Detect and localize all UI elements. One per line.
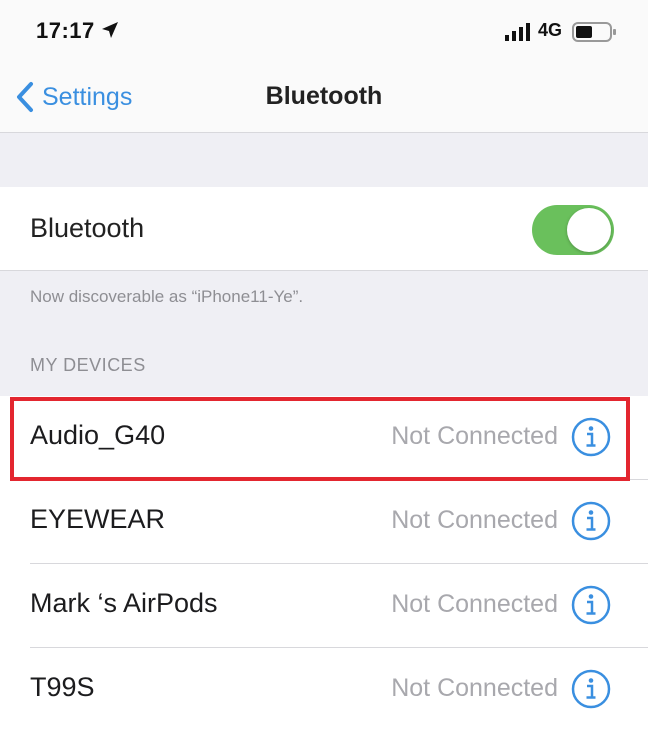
device-list: Audio_G40 Not Connected EYEWEAR Not Conn… [0,396,648,727]
discoverable-text: Now discoverable as “iPhone11-Ye”. [30,287,304,306]
device-name: T99S [30,672,95,702]
device-row-t99s[interactable]: T99S Not Connected [0,648,648,732]
device-name: Mark ‘s AirPods [30,588,218,618]
device-row-airpods[interactable]: Mark ‘s AirPods Not Connected [0,564,648,648]
bluetooth-toggle[interactable] [532,205,614,255]
info-icon[interactable] [570,584,612,626]
device-status: Not Connected [391,506,558,534]
bluetooth-label: Bluetooth [30,213,145,243]
info-icon[interactable] [570,500,612,542]
info-area: Now discoverable as “iPhone11-Ye”. MY DE… [0,271,648,396]
device-row-audio-g40[interactable]: Audio_G40 Not Connected [0,396,648,480]
device-status: Not Connected [391,590,558,618]
page-title: Bluetooth [265,82,383,110]
nav-bar: Settings Bluetooth [0,62,648,133]
section-header-my-devices: MY DEVICES [30,355,146,375]
toggle-knob [567,208,611,252]
status-time: 17:17 [36,18,95,43]
battery-icon [572,22,616,42]
location-arrow-icon [102,22,118,38]
status-bar: 17:17 4G [0,0,648,62]
device-row-eyewear[interactable]: EYEWEAR Not Connected [0,480,648,564]
cellular-signal-icon [505,23,530,41]
network-type: 4G [538,20,563,40]
device-name: EYEWEAR [30,504,166,534]
info-icon[interactable] [570,668,612,710]
device-status: Not Connected [391,674,558,702]
device-status: Not Connected [391,422,558,450]
bluetooth-toggle-row: Bluetooth [0,187,648,271]
device-name: Audio_G40 [30,420,166,450]
group-spacer [0,133,648,187]
info-icon[interactable] [570,416,612,458]
